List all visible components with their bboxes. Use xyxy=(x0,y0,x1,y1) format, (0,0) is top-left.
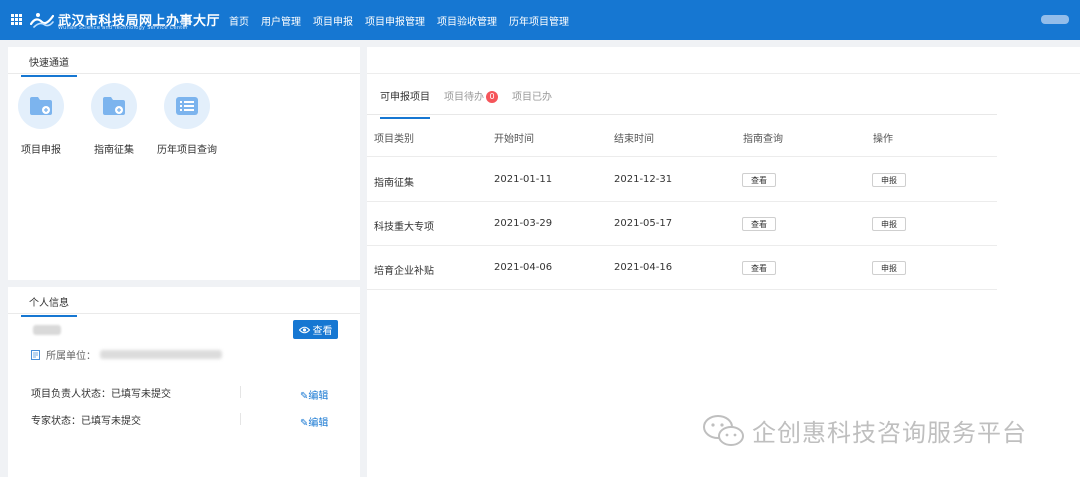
edit-label: 编辑 xyxy=(308,391,329,402)
edit-leader-status-link[interactable]: ✎编辑 xyxy=(300,387,328,402)
row-divider xyxy=(367,201,997,202)
document-icon xyxy=(31,349,40,360)
panel-header: 快速通道 xyxy=(8,47,360,77)
tab-label: 项目待办 xyxy=(444,92,484,103)
table-cell-category: 科技重大专项 xyxy=(374,222,434,233)
personal-info-panel: 个人信息 xyxy=(8,287,360,477)
tabs-divider xyxy=(367,114,997,115)
unit-value-redacted xyxy=(100,350,222,359)
table-cell-category: 培育企业补贴 xyxy=(374,266,434,277)
user-avatar[interactable] xyxy=(1041,15,1069,24)
tab-label: 可申报项目 xyxy=(380,92,430,103)
nav-item-historical-projects[interactable]: 历年项目管理 xyxy=(509,13,569,28)
main-nav: 首页 用户管理 项目申报 项目申报管理 项目验收管理 历年项目管理 xyxy=(229,0,581,40)
column-header-action: 操作 xyxy=(873,134,893,145)
wechat-icon xyxy=(703,414,744,446)
tab-label: 项目已办 xyxy=(512,92,552,103)
divider xyxy=(240,386,241,398)
table-cell-end: 2021-04-16 xyxy=(614,262,673,273)
table-cell-start: 2021-04-06 xyxy=(494,262,553,273)
folder-plus-icon xyxy=(18,83,64,129)
panel-header: 个人信息 xyxy=(8,287,360,317)
nav-item-acceptance-management[interactable]: 项目验收管理 xyxy=(437,13,497,28)
quick-item-historical-query[interactable]: 历年项目查询 xyxy=(152,83,222,156)
personal-info-title: 个人信息 xyxy=(21,294,77,317)
edit-expert-status-link[interactable]: ✎编辑 xyxy=(300,414,328,429)
app-subtitle: Wuhan Science and Technology Service Cen… xyxy=(58,25,189,31)
quick-item-label: 指南征集 xyxy=(94,145,134,156)
nav-item-project-application[interactable]: 项目申报 xyxy=(313,13,353,28)
unit-label: 所属单位： xyxy=(46,351,96,362)
pending-count-badge: 0 xyxy=(486,91,498,103)
view-guide-button[interactable]: 查看 xyxy=(742,217,776,231)
quick-item-guide-collection[interactable]: 指南征集 xyxy=(79,83,149,156)
row-divider xyxy=(367,245,997,246)
header-divider xyxy=(367,156,997,157)
view-guide-button[interactable]: 查看 xyxy=(742,173,776,187)
quick-item-label: 项目申报 xyxy=(21,145,61,156)
view-button-label: 查看 xyxy=(312,326,333,337)
quick-access-panel: 快速通道 xyxy=(8,47,360,280)
table-cell-category: 指南征集 xyxy=(374,178,414,189)
column-header-category: 项目类别 xyxy=(374,134,414,145)
watermark-text: 企创惠科技咨询服务平台 xyxy=(752,419,1027,447)
column-header-end: 结束时间 xyxy=(614,134,654,145)
view-button[interactable]: 查看 xyxy=(293,320,338,339)
unit-line: 所属单位： xyxy=(31,347,222,362)
expert-status: 专家状态：已填写未提交 xyxy=(31,416,141,427)
logo-icon xyxy=(30,13,54,28)
apply-button[interactable]: 申报 xyxy=(872,217,906,231)
edit-label: 编辑 xyxy=(308,418,329,429)
column-header-guide: 指南查询 xyxy=(743,134,783,145)
folder-add-icon xyxy=(91,83,137,129)
leader-status: 项目负责人状态：已填写未提交 xyxy=(31,389,171,400)
table-cell-end: 2021-05-17 xyxy=(614,218,673,229)
column-header-start: 开始时间 xyxy=(494,134,534,145)
list-icon xyxy=(164,83,210,129)
watermark: 企创惠科技咨询服务平台 xyxy=(702,413,1027,448)
panel-top-divider xyxy=(367,73,1080,74)
view-guide-button[interactable]: 查看 xyxy=(742,261,776,275)
nav-item-home[interactable]: 首页 xyxy=(229,13,249,28)
quick-item-project-application[interactable]: 项目申报 xyxy=(6,83,76,156)
eye-icon xyxy=(298,326,310,333)
apps-grid-icon[interactable] xyxy=(11,14,22,25)
table-cell-start: 2021-01-11 xyxy=(494,174,553,185)
quick-access-title: 快速通道 xyxy=(21,54,77,77)
apply-button[interactable]: 申报 xyxy=(872,261,906,275)
table-cell-end: 2021-12-31 xyxy=(614,174,673,185)
top-navigation-bar: 武汉市科技局网上办事大厅 Wuhan Science and Technolog… xyxy=(0,0,1080,40)
user-name-redacted xyxy=(33,325,61,335)
table-cell-start: 2021-03-29 xyxy=(494,218,553,229)
apply-button[interactable]: 申报 xyxy=(872,173,906,187)
divider xyxy=(240,413,241,425)
nav-item-user-management[interactable]: 用户管理 xyxy=(261,13,301,28)
row-divider xyxy=(367,289,997,290)
quick-item-label: 历年项目查询 xyxy=(157,145,217,156)
nav-item-application-management[interactable]: 项目申报管理 xyxy=(365,13,425,28)
